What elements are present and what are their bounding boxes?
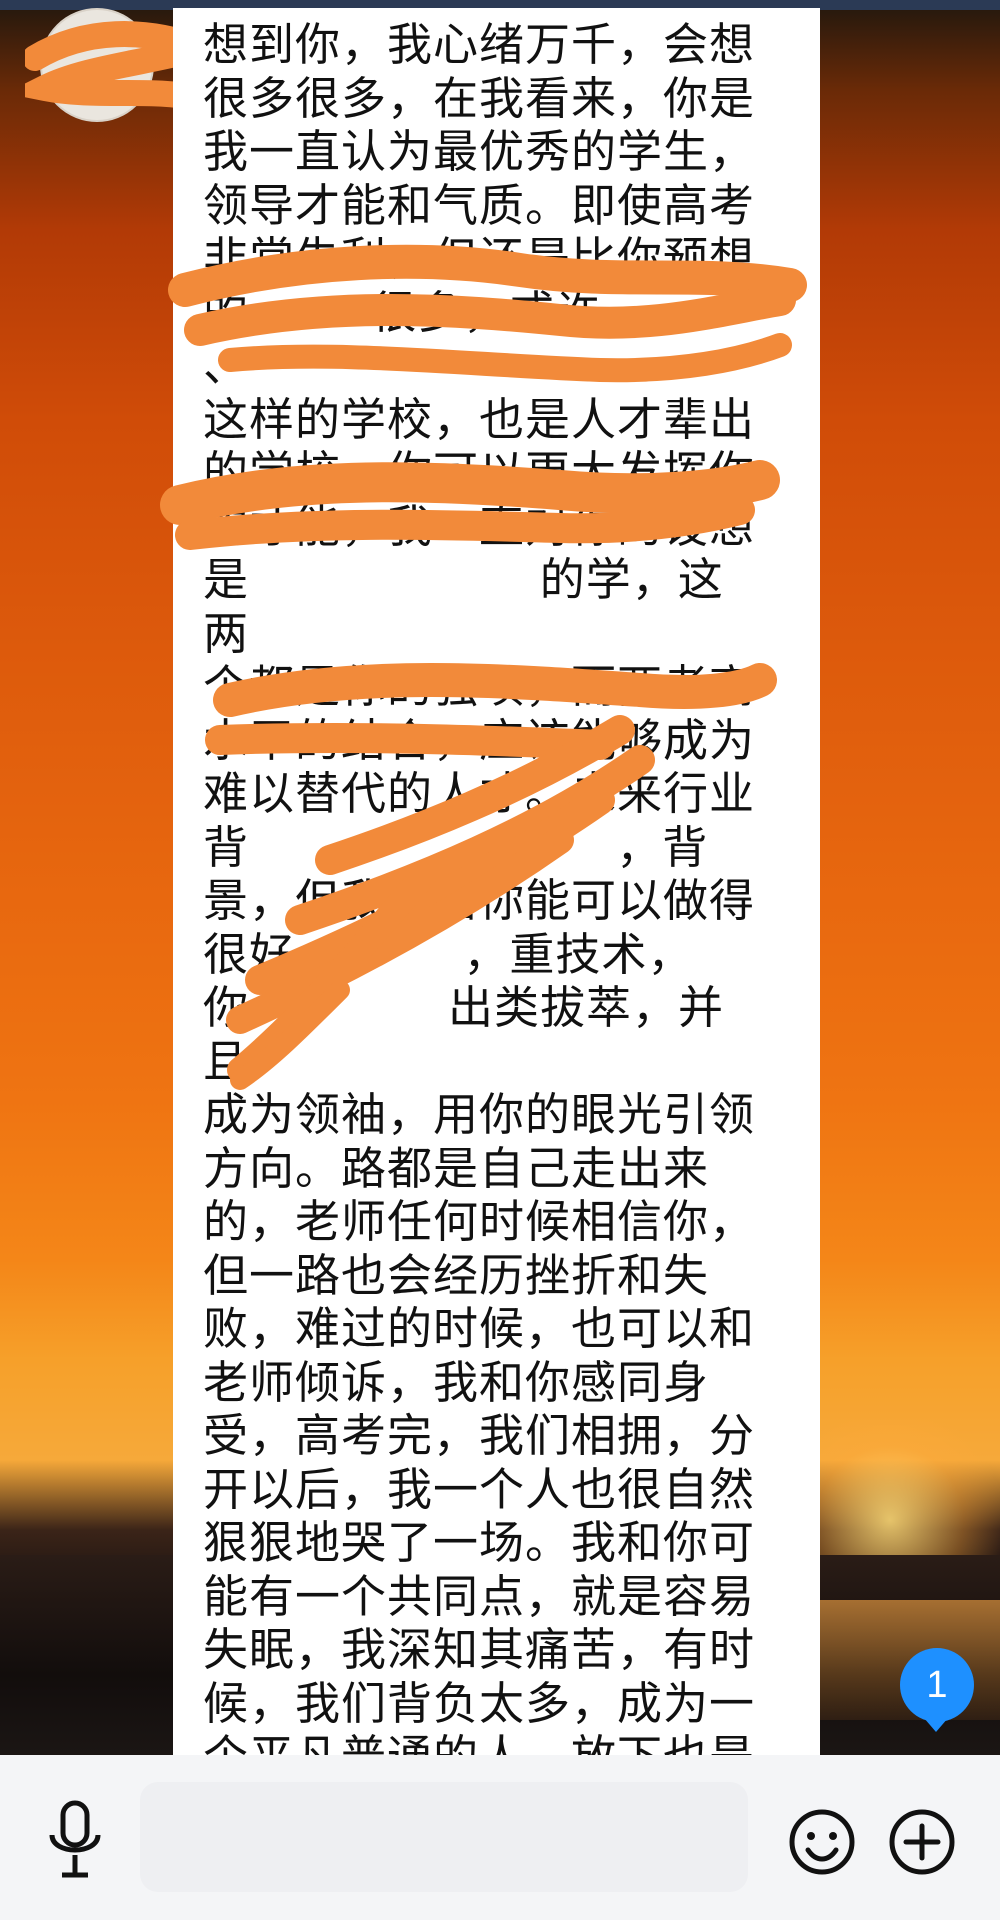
voice-input-button[interactable] xyxy=(40,1795,110,1885)
emoji-icon xyxy=(789,1809,855,1875)
message-bubble[interactable]: 想到你，我心绪万千，会想 很多很多，在我看来，你是 我一直认为最优秀的学生， 领… xyxy=(173,8,820,1755)
message-text: 想到你，我心绪万千，会想 很多很多，在我看来，你是 我一直认为最优秀的学生， 领… xyxy=(203,18,756,1755)
unread-count-badge[interactable]: 1 xyxy=(900,1648,974,1732)
message-input[interactable] xyxy=(140,1782,748,1892)
plus-icon xyxy=(889,1809,955,1875)
more-options-button[interactable] xyxy=(888,1808,956,1876)
emoji-button[interactable] xyxy=(788,1808,856,1876)
microphone-icon xyxy=(49,1800,101,1878)
